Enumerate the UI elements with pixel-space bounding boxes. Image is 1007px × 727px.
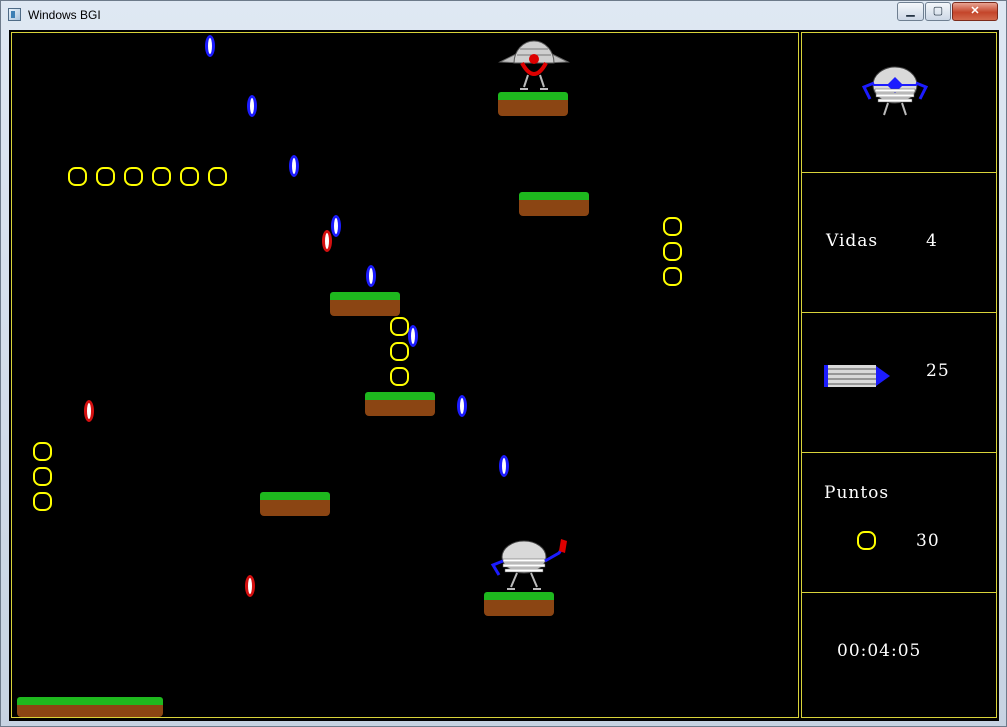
close-button[interactable]: ✕	[952, 2, 998, 21]
grass-platform	[498, 92, 568, 116]
coin-ring-icon	[33, 442, 52, 461]
grass-platform	[330, 292, 400, 316]
coin-ring-icon	[33, 492, 52, 511]
lives-value: 4	[926, 231, 938, 251]
lives-label: Vidas	[826, 231, 879, 251]
coin-ring-icon	[180, 167, 199, 186]
grass-platform	[365, 392, 435, 416]
coin-ring-icon	[124, 167, 143, 186]
winged-robot-enemy-icon	[498, 40, 570, 90]
hud-panel: Vidas 4 25 Puntos 30 00:04:05	[801, 32, 997, 718]
minimize-button[interactable]: ▁	[897, 2, 924, 21]
coin-ring-icon	[663, 267, 682, 286]
robot-player-icon	[490, 539, 567, 590]
maximize-button[interactable]: ▢	[925, 2, 951, 21]
blue-crystal	[205, 35, 215, 57]
blue-crystal	[366, 265, 376, 287]
points-label: Puntos	[824, 483, 890, 503]
blue-crystal	[499, 455, 509, 477]
coin-ring-icon	[208, 167, 227, 186]
coin-ring-icon	[390, 367, 409, 386]
coin-ring-icon	[663, 217, 682, 236]
grass-platform	[484, 592, 554, 616]
blue-crystal	[457, 395, 467, 417]
red-crystal	[84, 400, 94, 422]
coin-ring-icon	[96, 167, 115, 186]
hud-ammo: 25	[802, 313, 996, 453]
ground-platform	[17, 697, 163, 717]
hud-player-portrait	[802, 33, 996, 173]
bgi-window: Windows BGI ▁ ▢ ✕ Vidas 4 25 Puntos 30 0…	[0, 0, 1007, 727]
window-title: Windows BGI	[28, 8, 101, 22]
grass-platform	[260, 492, 330, 516]
coin-ring-icon	[68, 167, 87, 186]
game-canvas[interactable]: Vidas 4 25 Puntos 30 00:04:05	[9, 30, 999, 721]
points-value: 30	[916, 531, 940, 551]
app-window-icon	[8, 8, 21, 21]
coin-ring-icon	[663, 242, 682, 261]
title-bar[interactable]: Windows BGI ▁ ▢ ✕	[1, 1, 1006, 29]
hud-points: Puntos 30	[802, 453, 996, 593]
blue-crystal	[247, 95, 257, 117]
blue-crystal	[289, 155, 299, 177]
elapsed-timer: 00:04:05	[837, 641, 922, 661]
hud-lives: Vidas 4	[802, 173, 996, 313]
coin-ring-icon	[33, 467, 52, 486]
red-crystal	[245, 575, 255, 597]
ammo-value: 25	[926, 361, 950, 381]
robot-player-icon	[861, 66, 929, 116]
blue-crystal	[331, 215, 341, 237]
blue-crystal	[408, 325, 418, 347]
bullet-ammo-icon	[824, 365, 890, 387]
coin-ring-icon	[857, 531, 876, 550]
grass-platform	[519, 192, 589, 216]
red-crystal	[322, 230, 332, 252]
coin-ring-icon	[390, 342, 409, 361]
coin-ring-icon	[390, 317, 409, 336]
hud-timer: 00:04:05	[802, 593, 996, 717]
coin-ring-icon	[152, 167, 171, 186]
